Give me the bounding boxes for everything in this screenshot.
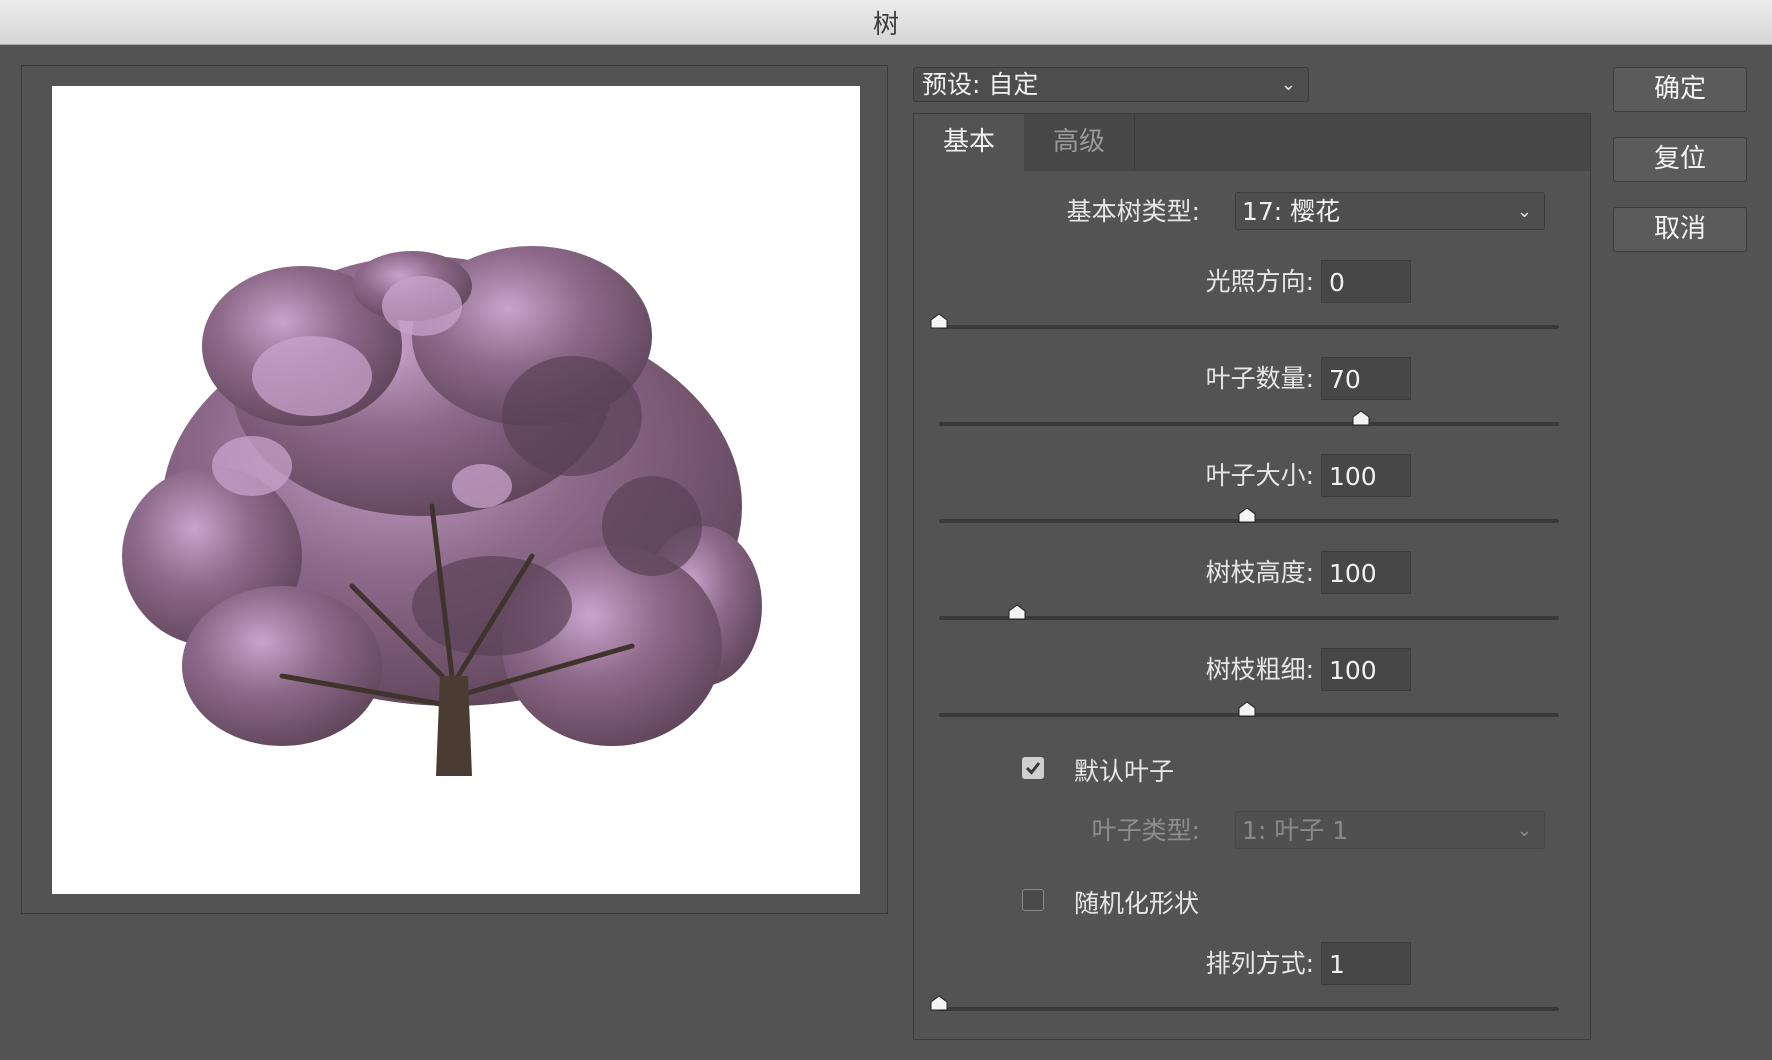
chevron-down-icon: ⌄ — [1280, 74, 1296, 95]
leaf-size-slider[interactable] — [939, 507, 1559, 523]
slider-thumb[interactable] — [1352, 410, 1370, 426]
slider-thumb[interactable] — [930, 313, 948, 329]
ok-button[interactable]: 确定 — [1613, 67, 1747, 112]
leaf-type-dropdown[interactable]: 1: 叶子 1 ⌄ — [1235, 811, 1545, 849]
branch-height-input[interactable]: 100 — [1321, 551, 1411, 594]
preset-dropdown[interactable]: 预设: 自定 ⌄ — [913, 67, 1309, 102]
leaf-type-value: 1: 叶子 1 — [1242, 816, 1349, 845]
slider-thumb[interactable] — [1008, 604, 1026, 620]
preview-canvas — [52, 86, 860, 894]
leaf-size-label: 叶子大小: — [1205, 461, 1314, 490]
tab-advanced[interactable]: 高级 — [1024, 114, 1135, 171]
tree-type-value: 17: 樱花 — [1242, 197, 1341, 226]
light-direction-input[interactable]: 0 — [1321, 260, 1411, 303]
window-title: 树 — [0, 0, 1772, 45]
tab-strip: 基本 高级 — [914, 114, 1590, 171]
preset-label: 预设: 自定 — [922, 70, 1039, 99]
slider-thumb[interactable] — [930, 995, 948, 1011]
branch-height-slider[interactable] — [939, 604, 1559, 620]
branch-thickness-label: 树枝粗细: — [1205, 655, 1314, 684]
settings-panel: 基本 高级 基本树类型: 17: 樱花 ⌄ 光照方向: 0 叶子数量: 70 叶… — [913, 113, 1591, 1040]
tab-basic[interactable]: 基本 — [914, 114, 1024, 171]
checkmark-icon — [1025, 762, 1041, 775]
leaf-count-label: 叶子数量: — [1205, 364, 1314, 393]
light-direction-label: 光照方向: — [1205, 267, 1314, 296]
slider-thumb[interactable] — [1238, 701, 1256, 717]
reset-button[interactable]: 复位 — [1613, 137, 1747, 182]
default-leaves-checkbox[interactable] — [1022, 757, 1044, 779]
arrangement-label: 排列方式: — [1205, 949, 1314, 978]
branch-thickness-slider[interactable] — [939, 701, 1559, 717]
cherry-tree-preview-image — [122, 246, 762, 776]
cancel-button[interactable]: 取消 — [1613, 207, 1747, 252]
randomize-shape-label: 随机化形状 — [1074, 889, 1200, 918]
chevron-down-icon: ⌄ — [1516, 201, 1532, 222]
leaf-count-slider[interactable] — [939, 410, 1559, 426]
slider-thumb[interactable] — [1238, 507, 1256, 523]
branch-height-label: 树枝高度: — [1205, 558, 1314, 587]
branch-thickness-input[interactable]: 100 — [1321, 648, 1411, 691]
leaf-type-label: 叶子类型: — [1091, 816, 1200, 845]
tree-type-label: 基本树类型: — [1066, 197, 1200, 226]
leaf-count-input[interactable]: 70 — [1321, 357, 1411, 400]
randomize-shape-checkbox[interactable] — [1022, 889, 1044, 911]
leaf-size-input[interactable]: 100 — [1321, 454, 1411, 497]
arrangement-slider[interactable] — [930, 995, 1559, 1011]
tree-type-dropdown[interactable]: 17: 樱花 ⌄ — [1235, 192, 1545, 230]
arrangement-input[interactable]: 1 — [1321, 942, 1411, 985]
light-direction-slider[interactable] — [930, 313, 1559, 329]
chevron-down-icon: ⌄ — [1516, 820, 1532, 841]
preview-frame — [21, 65, 888, 914]
default-leaves-label: 默认叶子 — [1074, 757, 1175, 786]
